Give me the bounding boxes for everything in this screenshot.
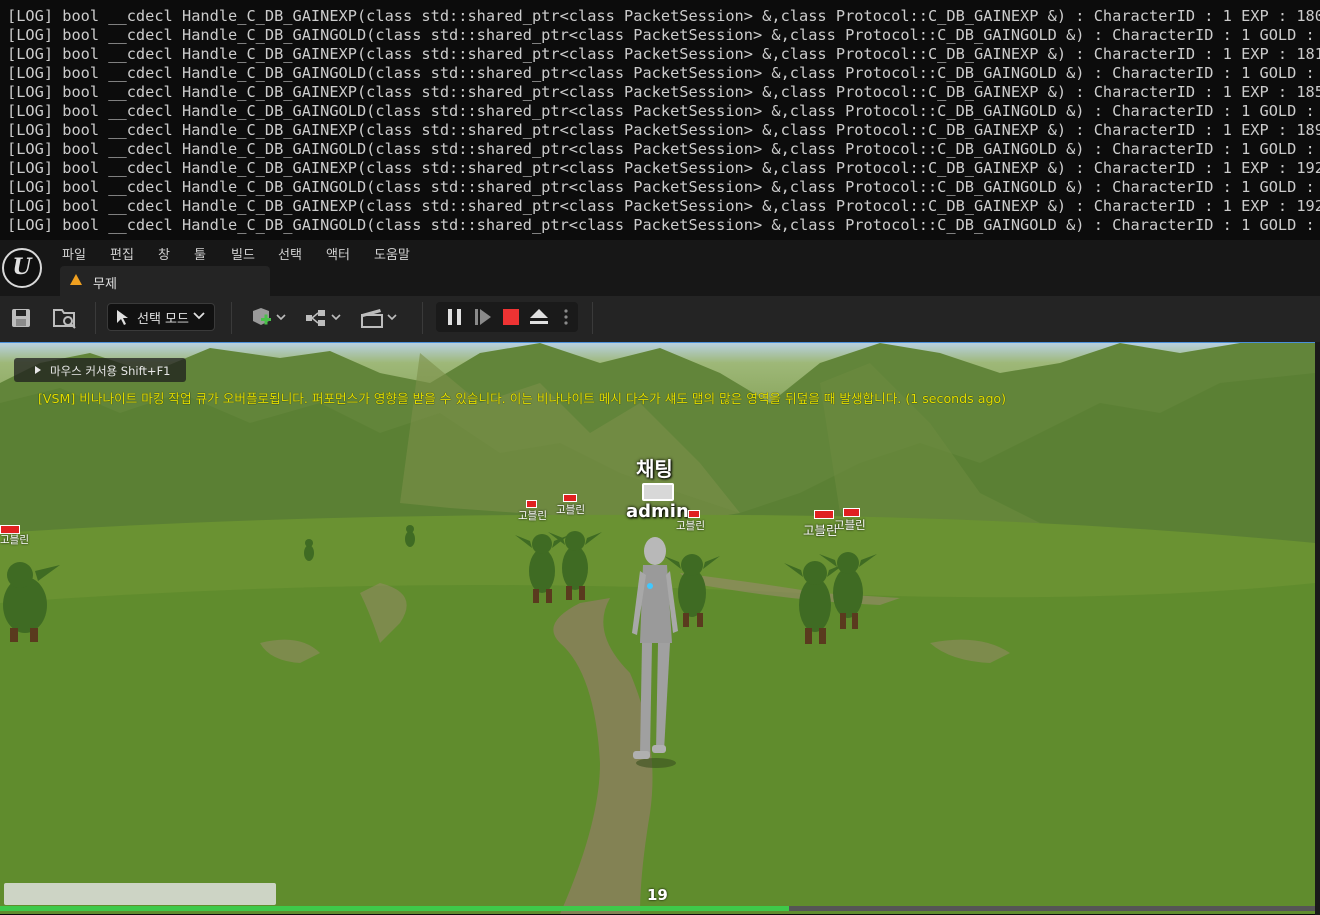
goblin-nameplate: 고블린 [803,523,838,538]
goblin-hp-bar [526,500,537,508]
menu-tools[interactable]: 툴 [194,244,206,263]
menu-select[interactable]: 선택 [278,244,302,263]
player-chat-bubble: 채팅 [636,457,673,481]
fps-counter: 19 [647,886,668,904]
progress-fill [0,906,789,911]
frame-skip-icon[interactable] [473,307,493,327]
log-line: [LOG] bool __cdecl Handle_C_DB_GAINEXP(c… [7,121,1320,139]
goblin-hp-bar [814,510,834,519]
cinematics-icon[interactable] [360,306,400,330]
log-line: [LOG] bool __cdecl Handle_C_DB_GAINEXP(c… [7,45,1320,63]
goblin-nameplate: 고블린 [834,518,866,532]
log-line: [LOG] bool __cdecl Handle_C_DB_GAINGOLD(… [7,140,1320,158]
console-log-panel: [LOG] bool __cdecl Handle_C_DB_GAINEXP(c… [0,0,1320,240]
play-triangle-icon [35,366,41,374]
log-line: [LOG] bool __cdecl Handle_C_DB_GAINGOLD(… [7,178,1320,196]
goblin-hp-bar [843,508,860,517]
unreal-logo-letter: U [12,254,32,280]
eject-icon[interactable] [528,307,550,327]
goblin-nameplate: 고블린 [556,504,585,516]
log-line: [LOG] bool __cdecl Handle_C_DB_GAINGOLD(… [7,102,1320,120]
goblin-hp-bar [563,494,577,502]
level-tab[interactable] [60,266,270,296]
level-icon [70,274,82,285]
menu-window[interactable]: 창 [158,244,170,263]
goblin-hp-bar [688,510,700,518]
toolbar-separator [422,302,423,334]
toolbar-separator [592,302,593,334]
content-browser-icon[interactable] [52,306,78,330]
log-line: [LOG] bool __cdecl Handle_C_DB_GAINGOLD(… [7,64,1320,82]
stop-icon[interactable] [502,308,520,326]
menu-build[interactable]: 빌드 [231,244,255,263]
vsm-warning-message: [VSM] 비나나이트 마킹 작업 큐가 오버플로됩니다. 퍼포먼스가 영향을 … [38,391,1007,406]
player-hp-bar [642,483,674,501]
scene-render [0,343,1315,914]
level-viewport[interactable] [0,342,1315,914]
more-options-icon[interactable] [561,307,571,327]
log-line: [LOG] bool __cdecl Handle_C_DB_GAINEXP(c… [7,197,1320,215]
goblin-nameplate: 고블린 [0,534,29,546]
pause-icon[interactable] [445,307,465,327]
blueprint-icon[interactable] [304,306,344,330]
add-actor-icon[interactable] [250,306,290,330]
log-line: [LOG] bool __cdecl Handle_C_DB_GAINEXP(c… [7,83,1320,101]
toolbar-separator [231,302,232,334]
goblin-nameplate: 고블린 [676,520,705,532]
chevron-down-icon [193,312,205,320]
log-line: [LOG] bool __cdecl Handle_C_DB_GAINGOLD(… [7,26,1320,44]
toolbar-separator [95,302,96,334]
level-tab-label: 무제 [93,277,117,292]
goblin-nameplate: 고블린 [518,510,547,522]
unreal-logo-icon[interactable]: U [2,248,42,288]
log-line: [LOG] bool __cdecl Handle_C_DB_GAINEXP(c… [7,159,1320,177]
mouse-cursor-hint-label: 마우스 커서용 Shift+F1 [50,364,171,378]
menu-help[interactable]: 도움말 [374,244,410,263]
log-line: [LOG] bool __cdecl Handle_C_DB_GAINGOLD(… [7,216,1320,234]
viewport-scrollbar[interactable] [1315,342,1320,915]
save-icon[interactable] [10,307,32,329]
menu-actor[interactable]: 액터 [326,244,350,263]
chat-input-box[interactable] [4,883,276,905]
menu-file[interactable]: 파일 [62,244,86,263]
select-mode-icon [117,310,128,325]
menu-edit[interactable]: 편집 [110,244,134,263]
select-mode-label: 선택 모드 [137,312,189,327]
log-line: [LOG] bool __cdecl Handle_C_DB_GAINEXP(c… [7,7,1320,25]
